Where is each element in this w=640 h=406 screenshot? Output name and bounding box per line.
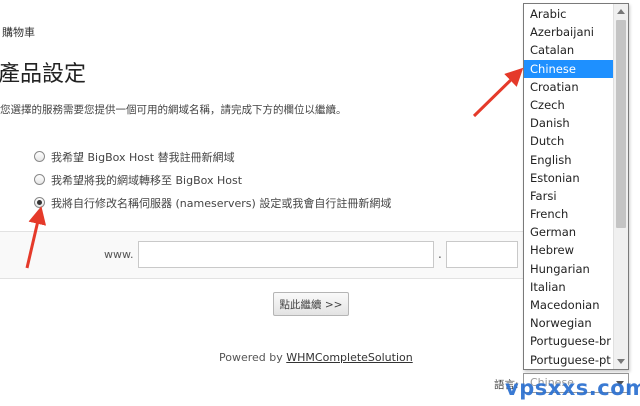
language-option[interactable]: Azerbaijani (524, 23, 613, 41)
language-dropdown-list[interactable]: Arabic Azerbaijani Catalan Chinese Croatian C… (523, 3, 629, 370)
tld-input[interactable] (446, 241, 518, 268)
language-option[interactable]: Norwegian (524, 314, 613, 332)
language-option[interactable]: Catalan (524, 41, 613, 59)
language-option[interactable]: Italian (524, 278, 613, 296)
scroll-down-icon[interactable] (617, 359, 625, 364)
powered-by-text: Powered by (219, 351, 287, 364)
radio-owndomain[interactable] (34, 197, 45, 208)
language-option[interactable]: Chinese (524, 59, 613, 78)
scroll-thumb[interactable] (616, 20, 626, 228)
language-option[interactable]: Danish (524, 114, 613, 132)
option-label: 我將自行修改名稱伺服器 (nameservers) 設定或我會自行註冊新網域 (51, 196, 392, 210)
radio-transfer[interactable] (34, 174, 45, 185)
domain-option-owndomain[interactable]: 我將自行修改名稱伺服器 (nameservers) 設定或我會自行註冊新網域 (34, 191, 391, 214)
language-option[interactable]: Hebrew (524, 241, 613, 259)
breadcrumb-cart-link[interactable]: 購物車 (2, 26, 35, 39)
language-option[interactable]: English (524, 151, 613, 169)
page-title: 產品設定 (0, 62, 87, 87)
radio-register[interactable] (34, 151, 45, 162)
domain-option-register[interactable]: 我希望 BigBox Host 替我註冊新網域 (34, 145, 391, 168)
language-option[interactable]: French (524, 205, 613, 223)
dropdown-scrollbar[interactable] (613, 4, 628, 369)
language-option[interactable]: Farsi (524, 187, 613, 205)
intro-text: 您選擇的服務需要您提供一個可用的網域名稱，請完成下方的欄位以繼續。 (0, 104, 347, 116)
domain-options-group: 我希望 BigBox Host 替我註冊新網域 我希望將我的網域轉移至 BigB… (34, 145, 391, 214)
language-option[interactable]: Portuguese-pt (524, 351, 613, 369)
breadcrumb: 購物車 (2, 24, 35, 40)
domain-option-transfer[interactable]: 我希望將我的網域轉移至 BigBox Host (34, 168, 391, 191)
language-option[interactable]: Arabic (524, 5, 613, 23)
language-option[interactable]: Czech (524, 96, 613, 114)
watermark-logo: vpsxxs.com (505, 376, 640, 400)
product-config-page: 購物車 產品設定 您選擇的服務需要您提供一個可用的網域名稱，請完成下方的欄位以繼… (0, 0, 640, 406)
domain-name-input[interactable] (138, 241, 434, 268)
scroll-up-icon[interactable] (617, 9, 625, 14)
language-option[interactable]: Portuguese-br (524, 332, 613, 350)
language-option[interactable]: Estonian (524, 169, 613, 187)
language-option[interactable]: Hungarian (524, 260, 613, 278)
continue-button[interactable]: 點此繼續 >> (273, 292, 349, 316)
language-option[interactable]: Dutch (524, 132, 613, 150)
option-label: 我希望 BigBox Host 替我註冊新網域 (51, 150, 235, 164)
option-label: 我希望將我的網域轉移至 BigBox Host (51, 173, 243, 187)
language-option[interactable]: Macedonian (524, 296, 613, 314)
language-options: Arabic Azerbaijani Catalan Chinese Croatian C… (524, 5, 613, 369)
annotation-arrow-to-chinese (472, 67, 524, 118)
language-option[interactable]: German (524, 223, 613, 241)
whmcs-link[interactable]: WHMCompleteSolution (286, 351, 412, 364)
www-prefix-label: www. (104, 248, 134, 261)
language-option[interactable]: Croatian (524, 78, 613, 96)
tld-separator: . (438, 247, 442, 261)
footer: Powered by WHMCompleteSolution (219, 351, 413, 364)
